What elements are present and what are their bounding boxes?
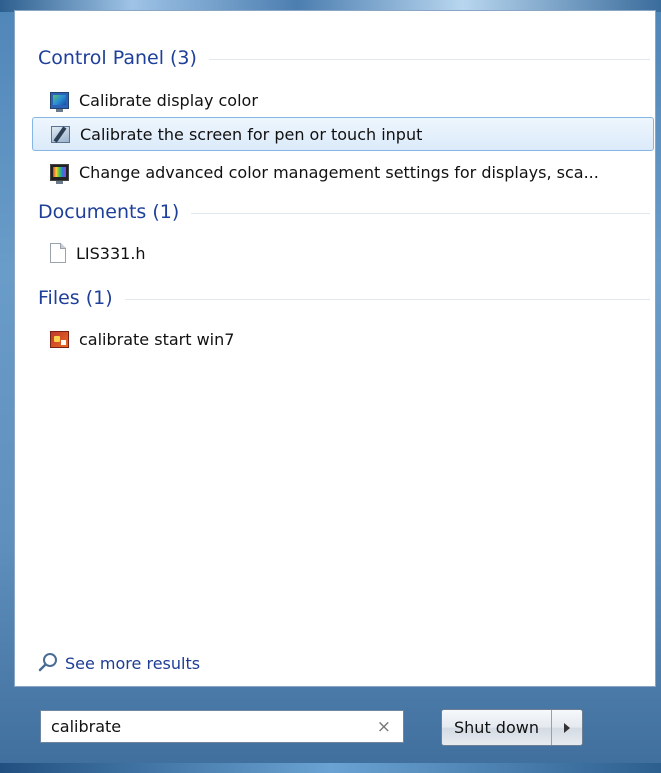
group-header-control-panel: Control Panel (3) bbox=[38, 45, 650, 71]
taskbar-edge bbox=[0, 763, 661, 773]
shutdown-options-button[interactable] bbox=[552, 710, 582, 745]
result-label: Change advanced color management setting… bbox=[79, 162, 599, 182]
magnifier-icon bbox=[38, 653, 57, 672]
search-input[interactable] bbox=[49, 716, 363, 737]
search-results-panel: Control Panel (3) Calibrate display colo… bbox=[14, 10, 656, 687]
group-title-documents: Documents (1) bbox=[38, 201, 180, 223]
result-label: calibrate start win7 bbox=[79, 329, 235, 349]
triangle-right-icon bbox=[563, 722, 570, 733]
document-file-icon bbox=[50, 243, 66, 263]
result-lis331-h[interactable]: LIS331.h bbox=[32, 238, 644, 268]
result-calibrate-pen-touch[interactable]: Calibrate the screen for pen or touch in… bbox=[32, 117, 654, 151]
group-title-files: Files (1) bbox=[38, 287, 113, 309]
result-calibrate-start-win7[interactable]: calibrate start win7 bbox=[32, 324, 644, 354]
search-bar-area: × Shut down bbox=[14, 687, 656, 757]
shutdown-button[interactable]: Shut down bbox=[442, 710, 552, 745]
search-box[interactable]: × bbox=[40, 710, 404, 743]
result-label: Calibrate the screen for pen or touch in… bbox=[80, 124, 423, 144]
result-calibrate-display-color[interactable]: Calibrate display color bbox=[32, 85, 644, 115]
group-divider bbox=[124, 299, 650, 300]
pen-touch-icon bbox=[51, 125, 70, 143]
group-divider bbox=[208, 59, 650, 60]
result-label: Calibrate display color bbox=[79, 90, 258, 110]
video-file-icon bbox=[50, 330, 69, 348]
group-divider bbox=[191, 213, 650, 214]
color-management-icon bbox=[50, 163, 69, 184]
group-title-control-panel: Control Panel (3) bbox=[38, 47, 197, 69]
see-more-label: See more results bbox=[65, 653, 201, 673]
group-header-documents: Documents (1) bbox=[38, 199, 650, 225]
clear-search-icon[interactable]: × bbox=[377, 717, 391, 737]
start-menu-frame: Control Panel (3) Calibrate display colo… bbox=[0, 0, 661, 773]
shutdown-button-group: Shut down bbox=[441, 709, 583, 746]
result-label: LIS331.h bbox=[76, 243, 146, 263]
result-color-management[interactable]: Change advanced color management setting… bbox=[32, 157, 644, 187]
see-more-results-link[interactable]: See more results bbox=[37, 652, 200, 674]
group-header-files: Files (1) bbox=[38, 285, 650, 311]
display-color-icon bbox=[50, 91, 69, 112]
